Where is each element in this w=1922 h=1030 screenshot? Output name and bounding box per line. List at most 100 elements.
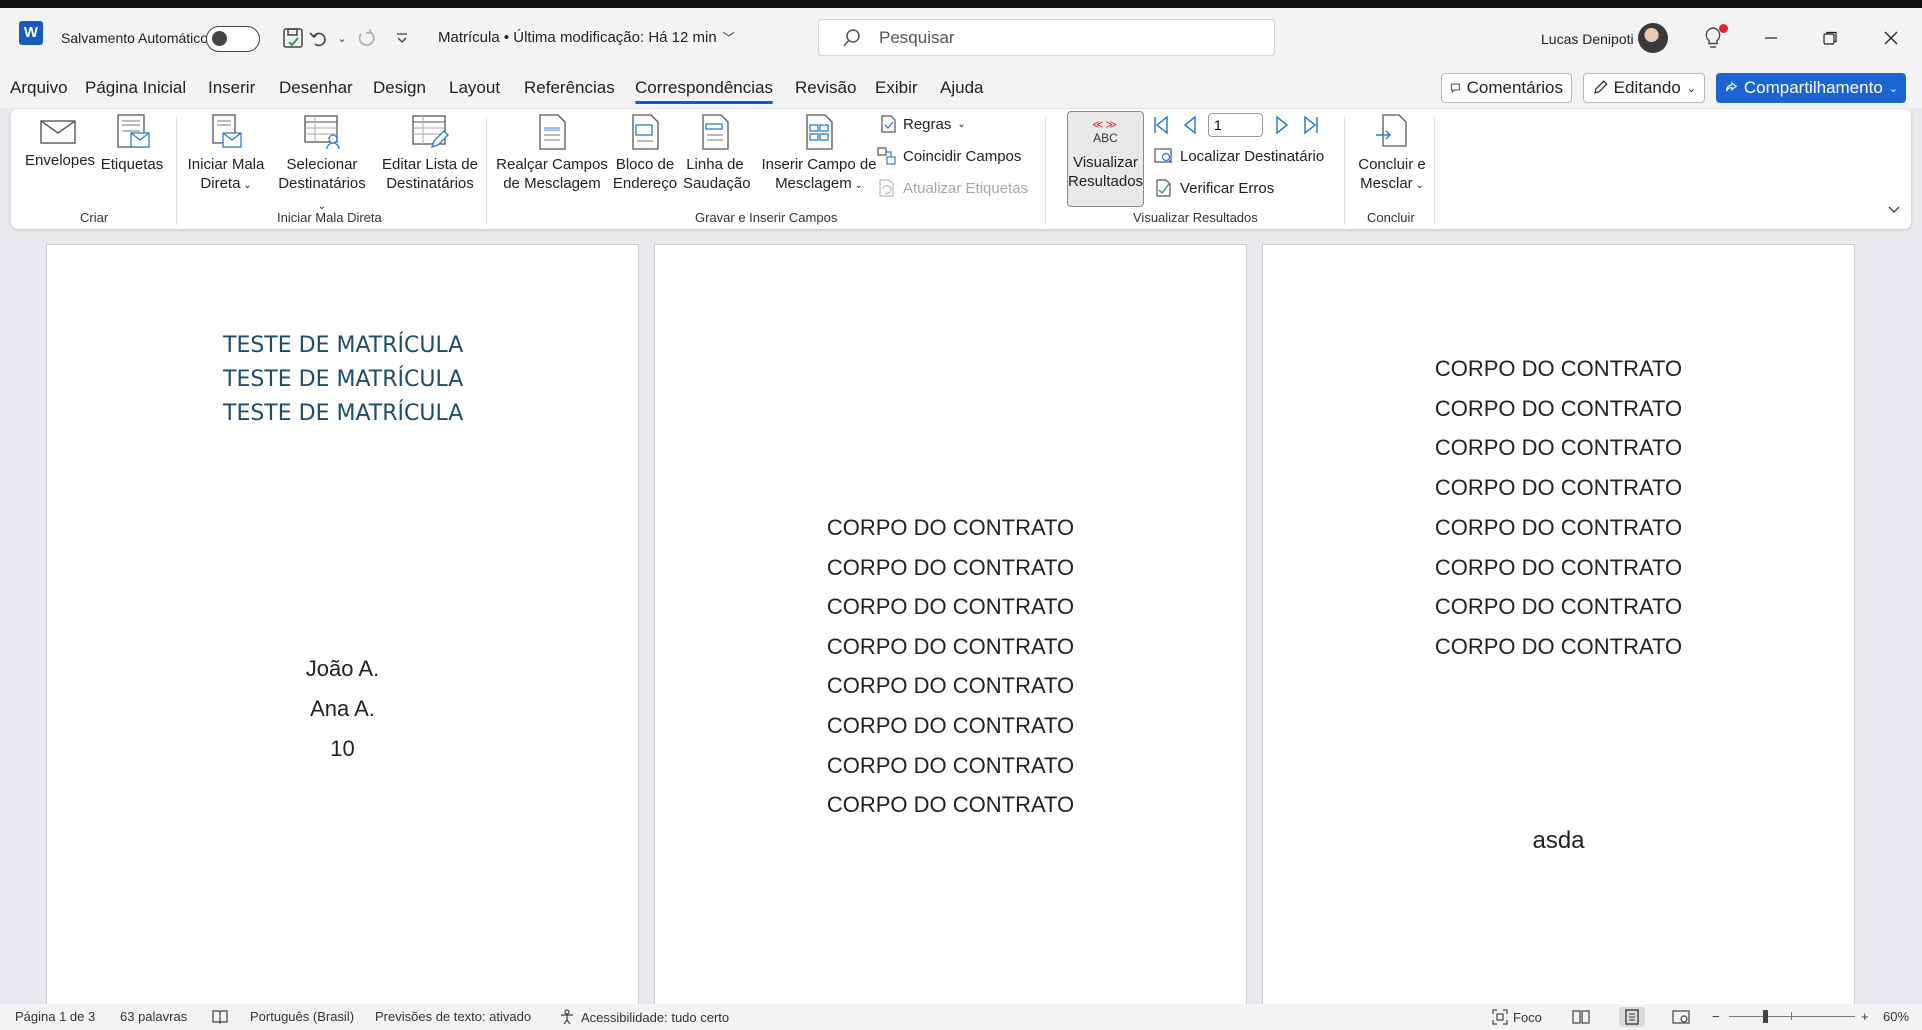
insert-merge-field-button[interactable]: Inserir Campo de Mesclagem ⌄: [751, 113, 887, 195]
find-recipient-button[interactable]: Localizar Destinatário: [1154, 147, 1324, 165]
word-count[interactable]: 63 palavras: [120, 1009, 187, 1024]
zoom-out-button[interactable]: −: [1712, 1009, 1720, 1024]
insert-field-label-1: Inserir Campo de: [761, 156, 877, 173]
editing-label: Editando: [1613, 78, 1681, 97]
tab-correspondencias[interactable]: Correspondências: [635, 78, 773, 104]
pencil-icon: [1594, 80, 1608, 94]
focus-icon: [1492, 1009, 1508, 1025]
chevron-down-icon: ⌄: [957, 118, 966, 130]
select-recipients-label-1: Selecionar: [286, 156, 358, 173]
focus-label: Foco: [1513, 1009, 1542, 1025]
focus-mode-button[interactable]: Foco: [1492, 1009, 1542, 1025]
undo-dropdown-icon[interactable]: ⌄: [330, 26, 354, 50]
heading-line: TESTE DE MATRÍCULA: [223, 401, 464, 426]
tab-ajuda[interactable]: Ajuda: [940, 78, 983, 98]
previous-record-icon[interactable]: [1181, 114, 1199, 136]
document-page-1[interactable]: TESTE DE MATRÍCULA TESTE DE MATRÍCULA TE…: [46, 244, 639, 1014]
text-predictions-status[interactable]: Previsões de texto: ativado: [375, 1009, 531, 1024]
preview-results-label-1: Visualizar: [1073, 154, 1138, 171]
select-recipients-button[interactable]: Selecionar Destinatários ⌄: [273, 113, 371, 216]
tab-exibir[interactable]: Exibir: [875, 78, 918, 98]
tab-layout[interactable]: Layout: [449, 78, 500, 98]
ribbon-collapse-icon[interactable]: [1887, 203, 1901, 218]
search-input[interactable]: [879, 24, 1259, 52]
rules-button[interactable]: Regras ⌄: [879, 115, 966, 133]
last-record-icon[interactable]: [1301, 114, 1321, 136]
read-mode-icon[interactable]: [1572, 1009, 1590, 1025]
tab-referencias[interactable]: Referências: [524, 78, 615, 98]
share-icon: [1726, 81, 1738, 92]
edit-recipient-list-button[interactable]: Editar Lista de Destinatários: [375, 113, 485, 193]
envelopes-button[interactable]: Envelopes: [25, 117, 95, 170]
zoom-slider[interactable]: [1729, 1016, 1855, 1017]
check-errors-label: Verificar Erros: [1180, 179, 1275, 197]
zoom-in-button[interactable]: +: [1861, 1009, 1869, 1024]
document-page-3[interactable]: CORPO DO CONTRATO CORPO DO CONTRATO CORP…: [1262, 244, 1855, 1014]
merge-field-value: Ana A.: [310, 696, 375, 721]
web-layout-icon[interactable]: [1672, 1009, 1690, 1025]
edit-list-icon: [412, 115, 449, 149]
contract-body-line: CORPO DO CONTRATO: [1434, 356, 1683, 381]
comments-button[interactable]: Comentários: [1441, 73, 1572, 103]
tab-revisao[interactable]: Revisão: [795, 78, 856, 98]
proofing-icon[interactable]: [211, 1009, 229, 1025]
search-box[interactable]: [818, 19, 1275, 56]
accessibility-label: Acessibilidade: tudo certo: [581, 1009, 730, 1025]
user-name[interactable]: Lucas Denipoti: [1541, 31, 1634, 47]
notification-dot: [1719, 24, 1728, 33]
tab-design[interactable]: Design: [373, 78, 426, 98]
avatar[interactable]: [1638, 23, 1668, 53]
next-record-icon[interactable]: [1273, 114, 1291, 136]
start-mail-merge-button[interactable]: Iniciar Mala Direta ⌄: [183, 113, 269, 195]
check-errors-button[interactable]: Verificar Erros: [1154, 179, 1274, 197]
update-labels-button[interactable]: Atualizar Etiquetas: [877, 179, 1028, 197]
finish-merge-icon: [1376, 114, 1407, 147]
language-status[interactable]: Português (Brasil): [250, 1009, 354, 1024]
address-block-label-1: Bloco de: [615, 156, 675, 173]
contract-body-line: CORPO DO CONTRATO: [826, 515, 1075, 540]
save-icon[interactable]: [281, 26, 305, 50]
highlight-merge-fields-button[interactable]: Realçar Campos de Mesclagem: [496, 113, 608, 193]
minimize-button[interactable]: [1751, 22, 1791, 54]
address-block-icon: [632, 114, 659, 150]
labels-button[interactable]: Etiquetas: [99, 113, 165, 174]
share-button[interactable]: Compartilhamento ⌄: [1716, 73, 1906, 103]
document-title[interactable]: Matrícula • Última modificação: Há 12 mi…: [438, 29, 735, 46]
zoom-slider-thumb[interactable]: [1763, 1010, 1768, 1023]
editing-mode-button[interactable]: Editando ⌄: [1583, 73, 1705, 103]
tab-inserir[interactable]: Inserir: [208, 78, 255, 98]
contract-body-line: CORPO DO CONTRATO: [1434, 396, 1683, 421]
contract-body-line: CORPO DO CONTRATO: [826, 594, 1075, 619]
contract-body-line: CORPO DO CONTRATO: [826, 753, 1075, 778]
first-record-icon[interactable]: [1151, 114, 1171, 136]
undo-icon[interactable]: [307, 26, 331, 50]
close-button[interactable]: [1871, 22, 1911, 54]
contract-body-line: CORPO DO CONTRATO: [1434, 555, 1683, 580]
group-label-preview: Visualizar Resultados: [1133, 210, 1258, 225]
record-number-input[interactable]: [1208, 113, 1263, 137]
greeting-line-button[interactable]: Linha de Saudação: [683, 113, 751, 193]
heading-line: TESTE DE MATRÍCULA: [223, 333, 464, 358]
restore-button[interactable]: [1810, 22, 1850, 54]
document-title-text: Matrícula • Última modificação: Há 12 mi…: [438, 29, 717, 46]
contract-body-line: CORPO DO CONTRATO: [826, 634, 1075, 659]
accessibility-status[interactable]: Acessibilidade: tudo certo: [558, 1009, 729, 1025]
page-count[interactable]: Página 1 de 3: [15, 1009, 95, 1024]
find-recipient-icon: [1154, 148, 1173, 164]
footer-text: asda: [1532, 827, 1585, 854]
address-block-label-2: Endereço: [612, 175, 678, 192]
tab-desenhar[interactable]: Desenhar: [279, 78, 353, 98]
match-fields-button[interactable]: Coincidir Campos: [877, 147, 1021, 165]
customize-toolbar-icon[interactable]: [390, 26, 414, 50]
autosave-toggle[interactable]: [206, 26, 260, 52]
zoom-level[interactable]: 60%: [1883, 1009, 1909, 1024]
address-block-button[interactable]: Bloco de Endereço: [611, 113, 679, 193]
finish-merge-label-1: Concluir e: [1358, 156, 1426, 173]
tab-pagina-inicial[interactable]: Página Inicial: [85, 78, 186, 98]
tab-arquivo[interactable]: Arquivo: [10, 78, 68, 98]
print-layout-icon[interactable]: [1619, 1007, 1645, 1027]
document-page-2[interactable]: CORPO DO CONTRATO CORPO DO CONTRATO CORP…: [654, 244, 1247, 1014]
redo-icon[interactable]: [354, 26, 378, 50]
preview-results-button[interactable]: ≪≫ ABC Visualizar Resultados: [1067, 111, 1144, 207]
finish-merge-button[interactable]: Concluir e Mesclar ⌄: [1351, 113, 1433, 195]
